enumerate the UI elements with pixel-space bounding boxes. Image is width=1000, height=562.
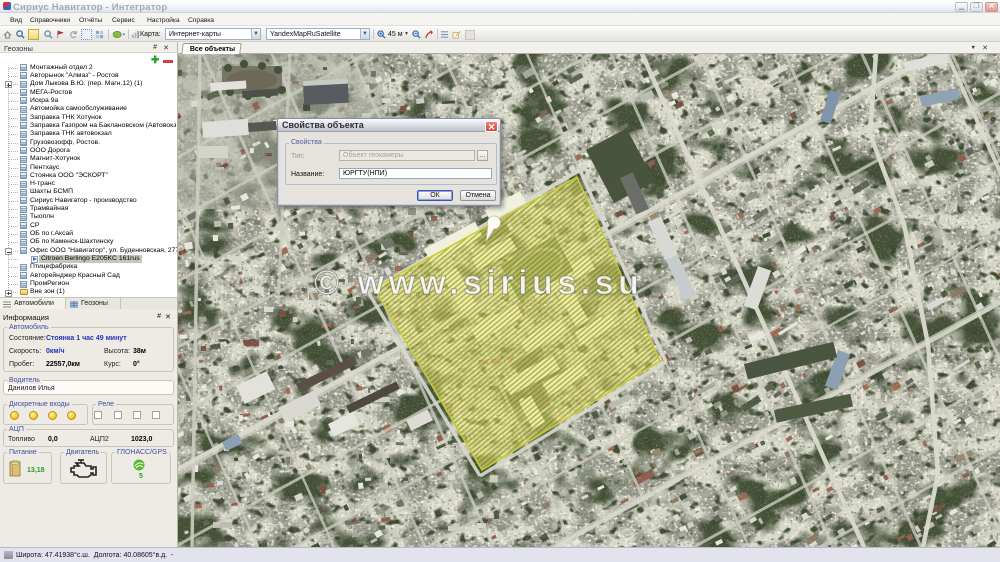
- svg-text:© www.sirius.su: © www.sirius.su: [314, 264, 643, 302]
